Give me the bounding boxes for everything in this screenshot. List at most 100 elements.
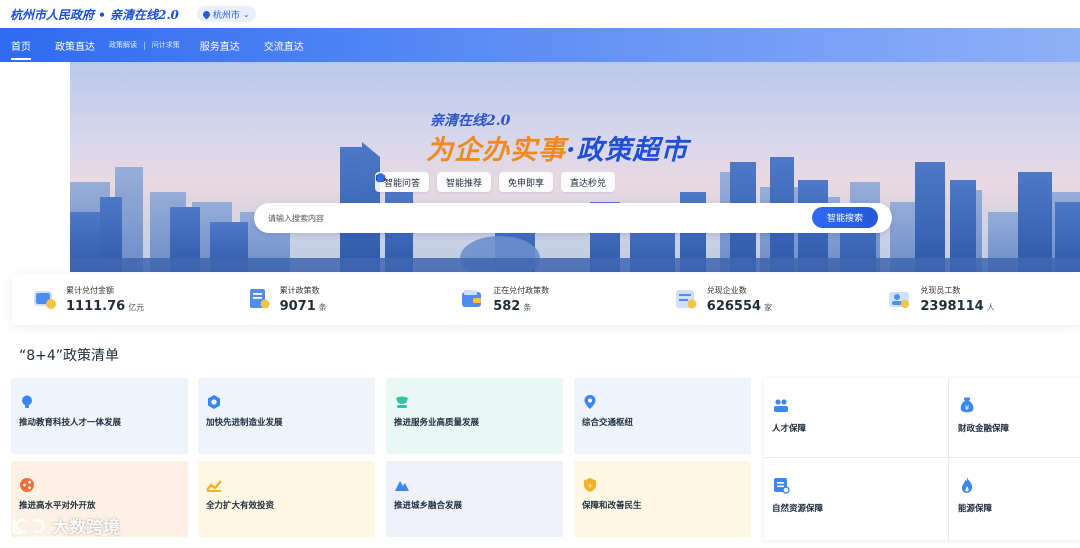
service-icon: [396, 396, 408, 408]
stat-total-amount: 累计兑付金额 1111.76 亿元: [12, 285, 226, 314]
stat-value: 582: [493, 298, 521, 314]
stat-label: 正在兑付政策数: [493, 285, 550, 295]
search-bar: 智能搜索: [254, 203, 892, 233]
watermark: 大数跨境: [10, 513, 120, 538]
stat-unit: 条: [318, 302, 327, 312]
location-icon: [584, 395, 596, 409]
lightning-icon: [376, 172, 385, 183]
guarantee-label: 自然资源保障: [772, 504, 824, 514]
quick-smart-recommend-button[interactable]: 智能推荐: [376, 172, 492, 192]
policy-card-transport[interactable]: 综合交通枢纽: [574, 378, 751, 454]
stats-bar: 累计兑付金额 1111.76 亿元 累计政策数 9071 条 正在兑付政策数 582…: [12, 273, 1080, 325]
quick-smart-recommend-label: 智能推荐: [446, 178, 483, 189]
people-icon: [774, 399, 788, 412]
stat-label: 兑现员工数: [920, 285, 961, 295]
stat-redeeming-policies: 正在兑付政策数 582 条: [439, 285, 653, 314]
stat-enterprise-count: 兑现企业数 626554 家: [653, 285, 867, 314]
policy-card-label: 全力扩大有效投资: [206, 501, 275, 511]
policy-card-manufacturing[interactable]: 加快先进制造业发展: [198, 378, 375, 454]
bulb-icon: [22, 395, 32, 408]
nav-home[interactable]: 首页: [11, 28, 31, 62]
city-name: 杭州市: [212, 10, 240, 21]
hero-banner: 亲清在线2.0 为企办实事·政策超市 智能问答 智能推荐 免申即享 直达秒兑 智…: [70, 62, 1080, 272]
nav-exchange-direct[interactable]: 交流直达: [264, 28, 304, 62]
stat-policy-count: 累计政策数 9071 条: [226, 285, 440, 314]
coins-icon: [34, 291, 56, 309]
policy-card-urban-rural[interactable]: 推进城乡融合发展: [386, 461, 563, 537]
chevron-down-icon: ⌄: [242, 9, 250, 19]
banner-title-part2: 政策超市: [576, 135, 689, 166]
divider: [948, 378, 949, 540]
policy-card-label: 加快先进制造业发展: [206, 418, 283, 428]
gear-icon: [208, 395, 220, 409]
stat-unit: 人: [986, 302, 995, 312]
stat-value: 9071: [279, 298, 316, 314]
banner-title: 为企办实事·政策超市: [426, 128, 688, 167]
policy-card-label: 推进服务业高质量发展: [394, 418, 480, 428]
svg-text:¥: ¥: [965, 404, 970, 412]
nav-policy-direct[interactable]: 政策直达: [55, 28, 95, 62]
city-selector[interactable]: 杭州市 ⌄: [196, 6, 256, 22]
flame-icon: [961, 477, 973, 493]
guarantee-label: 财政金融保障: [958, 424, 1010, 434]
quick-instant-redeem-button[interactable]: 直达秒兑: [376, 172, 616, 192]
money-bag-icon: ¥: [960, 397, 974, 413]
city-skyline-illustration: [70, 142, 1080, 272]
policy-card-service[interactable]: 推进服务业高质量发展: [386, 378, 563, 454]
shield-icon: +: [584, 478, 596, 492]
stat-unit: 亿元: [128, 302, 145, 312]
policy-doc-icon: [249, 289, 270, 309]
mountain-icon: [395, 481, 409, 491]
smart-search-button[interactable]: 智能搜索: [812, 207, 878, 228]
policy-card-label: 推进城乡融合发展: [394, 501, 463, 511]
quick-instant-redeem-label: 直达秒兑: [570, 178, 607, 189]
stat-label: 累计政策数: [279, 285, 320, 295]
quick-smart-qa-label: 智能问答: [384, 178, 421, 189]
stat-unit: 条: [523, 302, 532, 312]
stat-staff-count: 兑现员工数 2398114 人: [866, 285, 1080, 314]
banner-title-part1: 为企办实事: [426, 135, 566, 166]
stat-label: 累计兑付金额: [66, 285, 114, 295]
watermark-text: 大数跨境: [52, 518, 120, 538]
nav-consult[interactable]: 问计求策: [152, 40, 180, 50]
staff-icon: [889, 292, 910, 308]
policy-card-label: 综合交通枢纽: [582, 418, 634, 428]
policy-card-investment[interactable]: 全力扩大有效投资: [198, 461, 375, 537]
guarantee-label: 能源保障: [958, 504, 993, 514]
nav-separator: |: [143, 40, 146, 50]
site-brand[interactable]: 杭州市人民政府 • 亲清在线2.0: [10, 6, 179, 23]
share-icon: [20, 478, 34, 492]
quick-actions: 智能问答 智能推荐 免申即享 直达秒兑: [375, 172, 616, 192]
main-nav: 首页 政策直达 政策解读 | 问计求策 服务直达 交流直达: [0, 28, 1080, 62]
policy-card-label: 保障和改善民生: [582, 501, 642, 511]
guarantee-natural-resources[interactable]: 自然资源保障: [764, 458, 922, 539]
policy-card-education[interactable]: 推动教育科技人才一体发展: [11, 378, 188, 454]
policy-card-livelihood[interactable]: + 保障和改善民生: [574, 461, 751, 537]
enterprise-icon: [675, 290, 697, 309]
guarantee-talent[interactable]: 人才保障: [764, 378, 922, 459]
guarantee-energy[interactable]: 能源保障: [950, 458, 1080, 539]
quick-apply-free-label: 免申即享: [508, 178, 545, 189]
stat-value: 1111.76: [66, 298, 126, 314]
watermark-logo: [12, 518, 45, 534]
trend-icon: [206, 480, 222, 492]
stat-label: 兑现企业数: [706, 285, 747, 295]
policy-card-label: 推动教育科技人才一体发展: [19, 418, 122, 428]
banner-title-dot: ·: [566, 135, 577, 166]
quick-apply-free-button[interactable]: 免申即享: [376, 172, 554, 192]
guarantee-finance[interactable]: ¥ 财政金融保障: [950, 378, 1080, 459]
search-input[interactable]: [268, 213, 892, 223]
guarantee-label: 人才保障: [772, 424, 807, 434]
svg-text:+: +: [587, 482, 593, 490]
banner-subtitle: 亲清在线2.0: [430, 113, 511, 129]
stat-value: 2398114: [920, 298, 984, 314]
nav-policy-interpret[interactable]: 政策解读: [109, 40, 137, 50]
location-pin-icon: [201, 9, 212, 19]
guarantee-panel: 人才保障 ¥ 财政金融保障 自然资源保障 能源保障: [764, 378, 1080, 540]
stat-value: 626554: [706, 298, 762, 314]
wallet-icon: [462, 290, 482, 307]
nav-service-direct[interactable]: 服务直达: [200, 28, 240, 62]
policy-card-label: 推进高水平对外开放: [19, 501, 96, 511]
top-bar: 杭州市人民政府 • 亲清在线2.0 杭州市 ⌄: [0, 0, 1080, 28]
resource-doc-icon: [774, 478, 790, 494]
